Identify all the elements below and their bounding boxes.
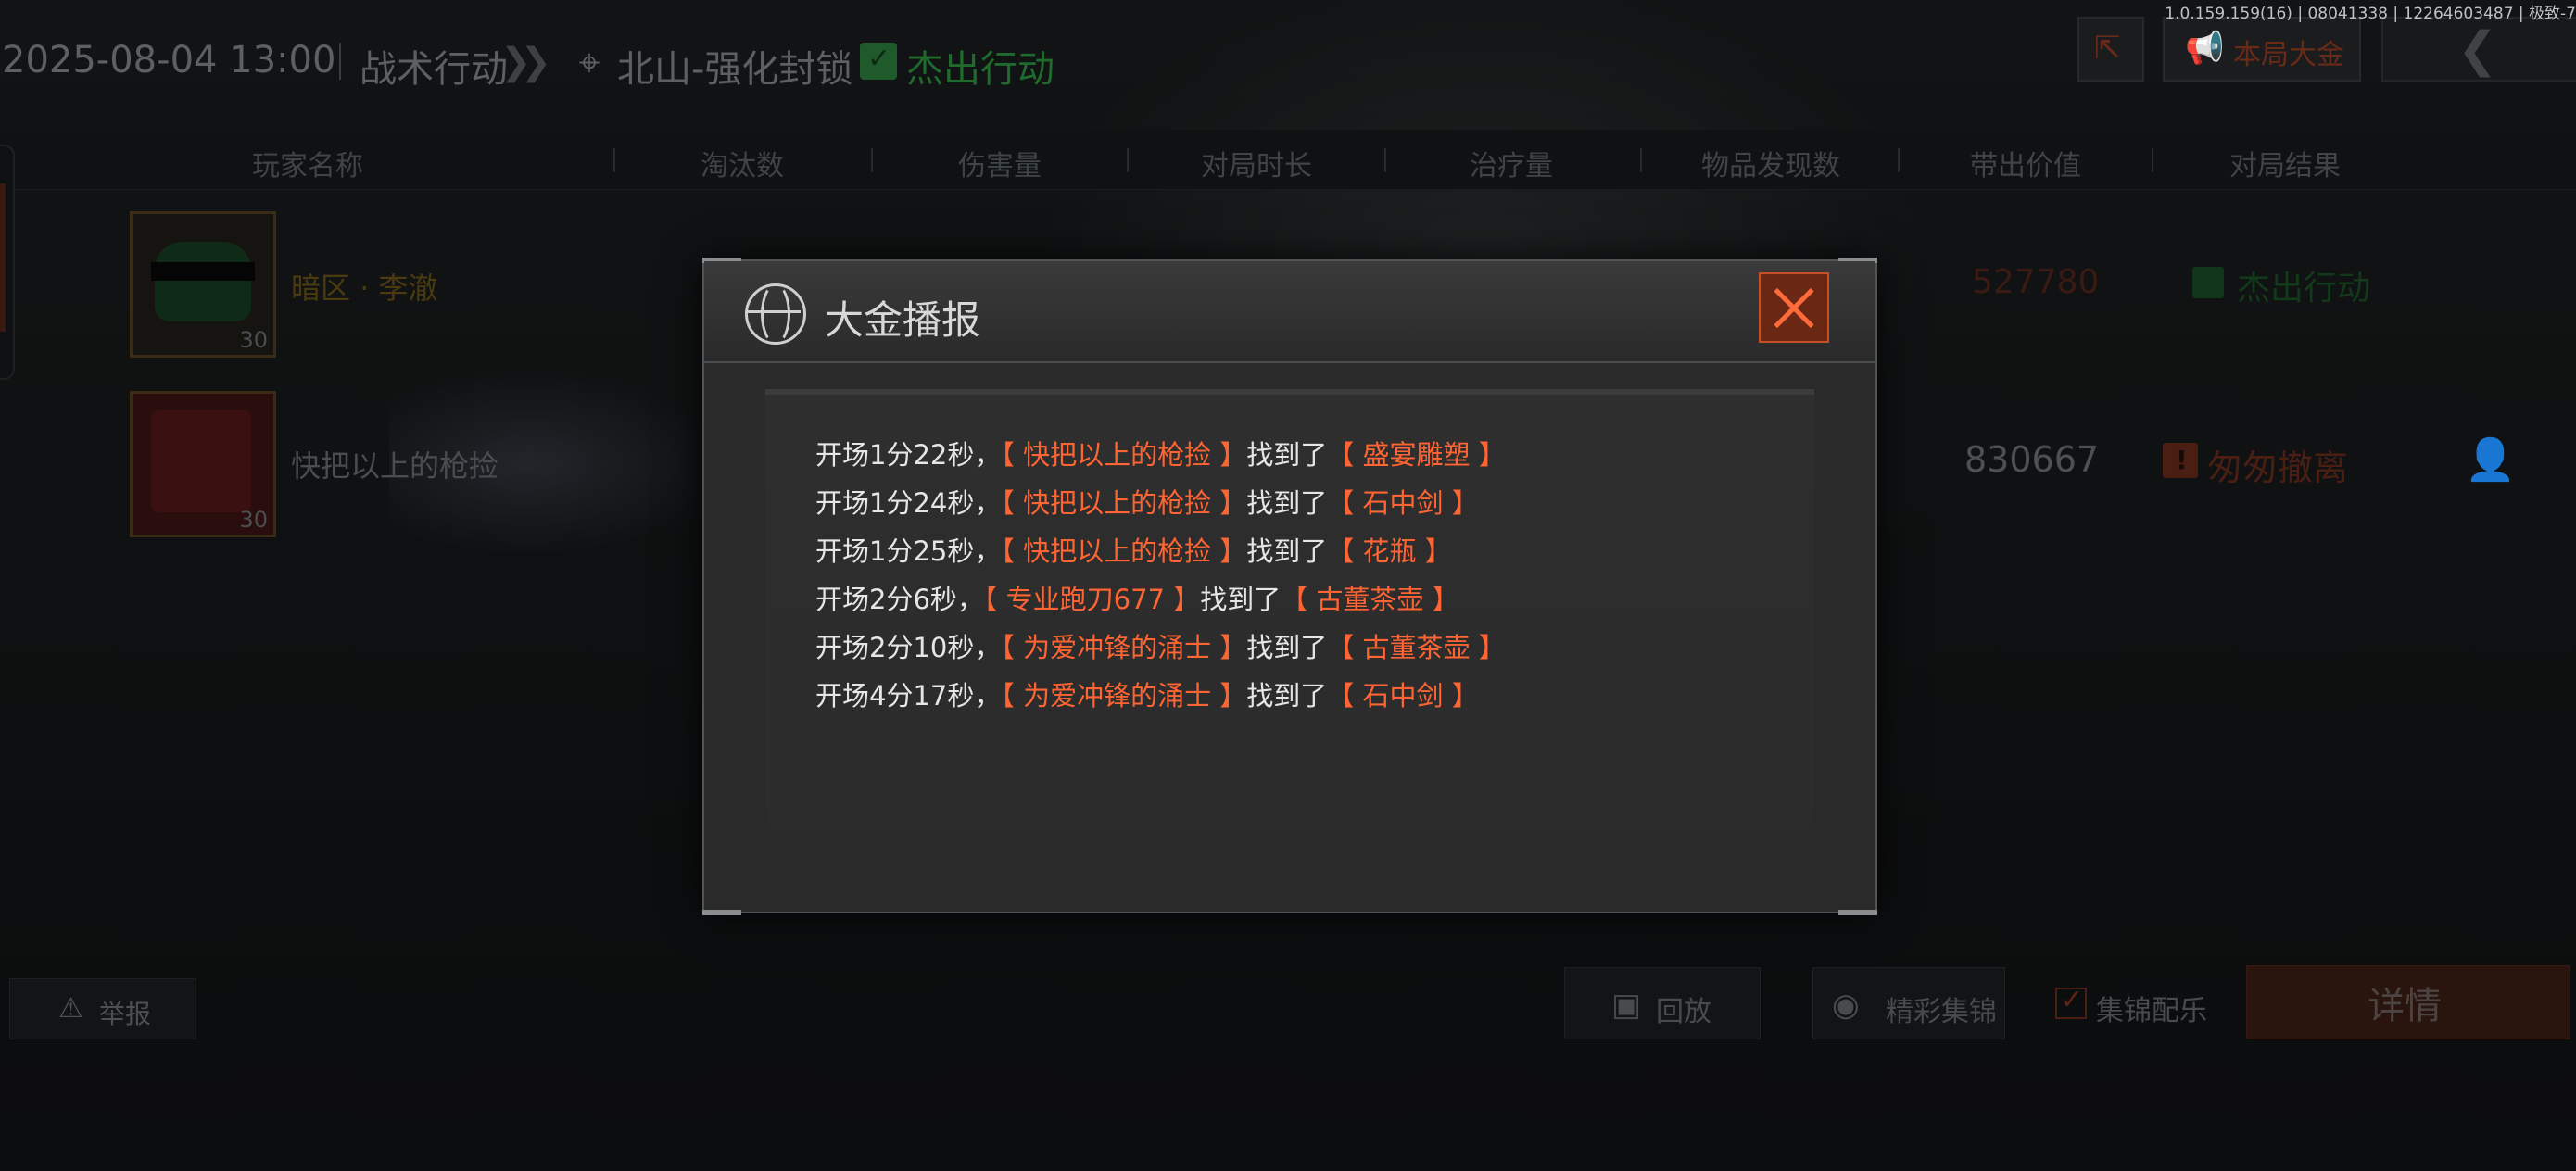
entry-time: 开场4分17秒， bbox=[815, 680, 1002, 711]
close-button[interactable] bbox=[1759, 272, 1829, 343]
entry-item: 【 花瓶 】 bbox=[1327, 535, 1452, 567]
entry-found-text: 找到了 bbox=[1246, 535, 1328, 567]
list-item: 开场1分24秒，【 快把以上的枪捡 】找到了【 石中剑 】 bbox=[815, 482, 1479, 521]
entry-player: 【 为爱冲锋的涌士 】 bbox=[1001, 680, 1247, 711]
list-item: 开场2分6秒，【 专业跑刀677 】找到了【 古董茶壶 】 bbox=[815, 578, 1459, 617]
entry-player: 【 快把以上的枪捡 】 bbox=[1001, 487, 1247, 519]
entry-found-text: 找到了 bbox=[1246, 487, 1328, 519]
entry-player: 【 专业跑刀677 】 bbox=[983, 584, 1201, 615]
entry-found-text: 找到了 bbox=[1246, 439, 1328, 471]
corner-accent bbox=[1838, 910, 1877, 915]
entry-found-text: 找到了 bbox=[1246, 632, 1328, 663]
entry-player: 【 快把以上的枪捡 】 bbox=[1001, 439, 1247, 471]
list-item: 开场1分22秒，【 快把以上的枪捡 】找到了【 盛宴雕塑 】 bbox=[815, 434, 1506, 472]
list-item: 开场4分17秒，【 为爱冲锋的涌士 】找到了【 石中剑 】 bbox=[815, 674, 1479, 713]
entry-time: 开场1分22秒， bbox=[815, 439, 1002, 471]
entry-item: 【 古董茶壶 】 bbox=[1281, 584, 1459, 615]
entry-item: 【 古董茶壶 】 bbox=[1327, 632, 1506, 663]
broadcast-list: 开场1分22秒，【 快把以上的枪捡 】找到了【 盛宴雕塑 】 开场1分24秒，【… bbox=[765, 389, 1814, 884]
modal-header: 大金播报 bbox=[704, 261, 1875, 363]
entry-time: 开场2分10秒， bbox=[815, 632, 1002, 663]
list-item: 开场2分10秒，【 为爱冲锋的涌士 】找到了【 古董茶壶 】 bbox=[815, 626, 1506, 665]
entry-player: 【 为爱冲锋的涌士 】 bbox=[1001, 632, 1247, 663]
modal-title: 大金播报 bbox=[825, 297, 981, 343]
entry-item: 【 石中剑 】 bbox=[1327, 487, 1479, 519]
entry-time: 开场1分25秒， bbox=[815, 535, 1002, 567]
entry-time: 开场1分24秒， bbox=[815, 487, 1002, 519]
globe-icon bbox=[745, 283, 806, 345]
entry-time: 开场2分6秒， bbox=[815, 584, 984, 615]
big-win-modal: 大金播报 开场1分22秒，【 快把以上的枪捡 】找到了【 盛宴雕塑 】 开场1分… bbox=[702, 258, 1877, 915]
list-item: 开场1分25秒，【 快把以上的枪捡 】找到了【 花瓶 】 bbox=[815, 530, 1452, 569]
entry-found-text: 找到了 bbox=[1246, 680, 1328, 711]
entry-item: 【 盛宴雕塑 】 bbox=[1327, 439, 1506, 471]
entry-found-text: 找到了 bbox=[1200, 584, 1282, 615]
corner-accent bbox=[702, 910, 741, 915]
entry-player: 【 快把以上的枪捡 】 bbox=[1001, 535, 1247, 567]
entry-item: 【 石中剑 】 bbox=[1327, 680, 1479, 711]
